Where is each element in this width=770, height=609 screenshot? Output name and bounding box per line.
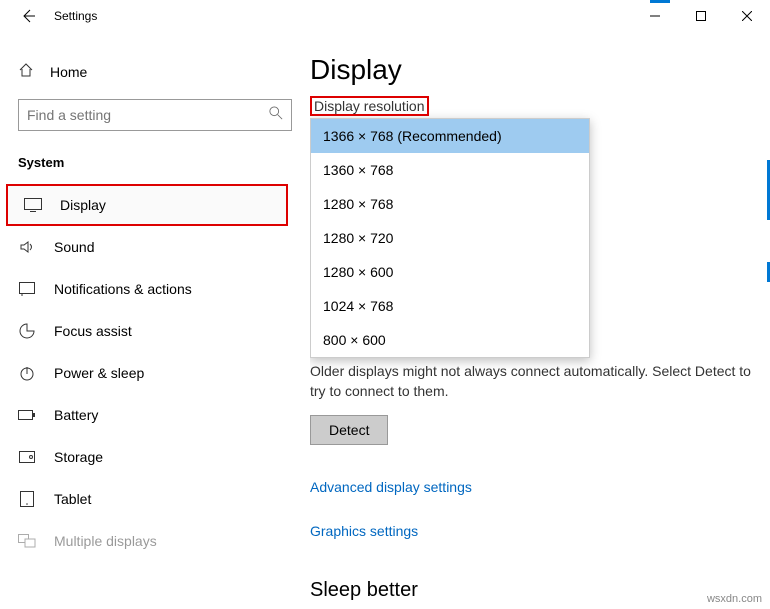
- search-icon: [269, 106, 283, 125]
- search-box[interactable]: [18, 99, 292, 131]
- multiple-displays-icon: [18, 532, 36, 550]
- group-label: System: [0, 149, 310, 184]
- section-label-resolution: Display resolution: [310, 96, 429, 116]
- nav-label: Tablet: [54, 491, 91, 507]
- nav-label: Display: [60, 197, 106, 213]
- resolution-dropdown[interactable]: 1366 × 768 (Recommended) 1360 × 768 1280…: [310, 118, 590, 358]
- home-nav[interactable]: Home: [0, 54, 310, 89]
- dropdown-option[interactable]: 1360 × 768: [311, 153, 589, 187]
- titlebar: Settings: [0, 0, 770, 32]
- search-input[interactable]: [27, 107, 269, 123]
- nav-storage[interactable]: Storage: [0, 436, 310, 478]
- page-title: Display: [310, 54, 752, 86]
- minimize-button[interactable]: [632, 0, 678, 32]
- battery-icon: [18, 406, 36, 424]
- advanced-display-link[interactable]: Advanced display settings: [310, 479, 752, 495]
- back-button[interactable]: [18, 6, 38, 26]
- nav-display[interactable]: Display: [6, 184, 288, 226]
- nav-label: Multiple displays: [54, 533, 157, 549]
- power-icon: [18, 364, 36, 382]
- sidebar: Home System Display Sound: [0, 32, 310, 609]
- nav-label: Battery: [54, 407, 98, 423]
- detect-button[interactable]: Detect: [310, 415, 388, 445]
- nav-power-sleep[interactable]: Power & sleep: [0, 352, 310, 394]
- close-button[interactable]: [724, 0, 770, 32]
- focus-assist-icon: [18, 322, 36, 340]
- nav-label: Storage: [54, 449, 103, 465]
- nav-battery[interactable]: Battery: [0, 394, 310, 436]
- dropdown-option[interactable]: 1024 × 768: [311, 289, 589, 323]
- maximize-button[interactable]: [678, 0, 724, 32]
- sleep-better-heading: Sleep better: [310, 579, 752, 602]
- nav-tablet[interactable]: Tablet: [0, 478, 310, 520]
- graphics-settings-link[interactable]: Graphics settings: [310, 523, 752, 539]
- dropdown-option[interactable]: 1366 × 768 (Recommended): [311, 119, 589, 153]
- nav-label: Power & sleep: [54, 365, 144, 381]
- window-title: Settings: [54, 9, 97, 23]
- nav-sound[interactable]: Sound: [0, 226, 310, 268]
- nav-multiple-displays[interactable]: Multiple displays: [0, 520, 310, 562]
- home-icon: [18, 62, 34, 81]
- tablet-icon: [18, 490, 36, 508]
- dropdown-option[interactable]: 1280 × 600: [311, 255, 589, 289]
- home-label: Home: [50, 64, 87, 80]
- watermark: wsxdn.com: [707, 593, 762, 605]
- storage-icon: [18, 448, 36, 466]
- nav-notifications[interactable]: Notifications & actions: [0, 268, 310, 310]
- nav-label: Notifications & actions: [54, 281, 192, 297]
- content-area: Display Display resolution 1366 × 768 (R…: [310, 32, 770, 609]
- nav-label: Focus assist: [54, 323, 132, 339]
- notifications-icon: [18, 280, 36, 298]
- dropdown-option[interactable]: 800 × 600: [311, 323, 589, 357]
- dropdown-option[interactable]: 1280 × 720: [311, 221, 589, 255]
- sound-icon: [18, 238, 36, 256]
- nav-focus-assist[interactable]: Focus assist: [0, 310, 310, 352]
- nav-label: Sound: [54, 239, 94, 255]
- detect-description: Older displays might not always connect …: [310, 362, 752, 401]
- display-icon: [24, 196, 42, 214]
- dropdown-option[interactable]: 1280 × 768: [311, 187, 589, 221]
